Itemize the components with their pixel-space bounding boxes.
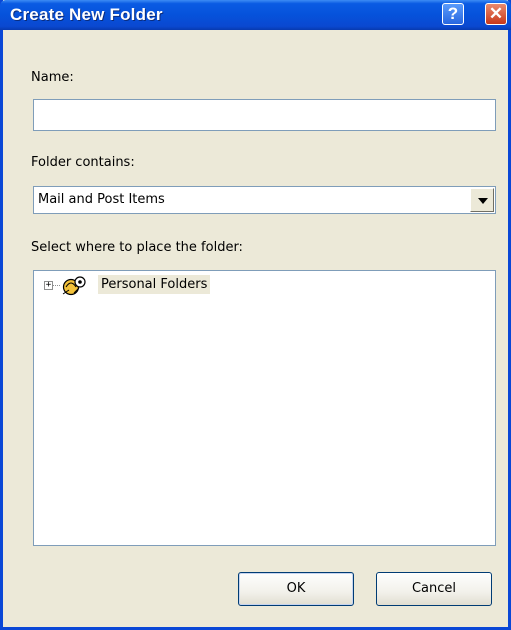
- folder-tree[interactable]: + Personal Folders: [33, 270, 496, 546]
- cancel-button[interactable]: Cancel: [376, 572, 492, 606]
- create-new-folder-dialog: Create New Folder ? ✕ Name: Folder conta…: [0, 0, 511, 630]
- title-bar[interactable]: Create New Folder ? ✕: [0, 0, 511, 30]
- name-label: Name:: [31, 70, 74, 85]
- folder-contains-value: Mail and Post Items: [38, 192, 165, 207]
- close-icon: ✕: [488, 4, 504, 23]
- ok-button[interactable]: OK: [238, 572, 354, 606]
- help-icon: ?: [447, 4, 459, 23]
- expand-icon[interactable]: +: [44, 281, 53, 290]
- tree-connector: [53, 285, 60, 286]
- location-label: Select where to place the folder:: [31, 240, 243, 255]
- help-button[interactable]: ?: [442, 3, 464, 25]
- close-button[interactable]: ✕: [485, 3, 507, 25]
- folder-contains-label: Folder contains:: [31, 155, 135, 170]
- tree-item-label: Personal Folders: [98, 275, 211, 294]
- name-input[interactable]: [33, 99, 496, 131]
- dropdown-button[interactable]: [470, 188, 494, 212]
- chevron-down-icon: [478, 198, 488, 204]
- dialog-title: Create New Folder: [10, 5, 163, 24]
- personal-folders-icon: [62, 276, 86, 296]
- folder-contains-select[interactable]: Mail and Post Items: [33, 186, 496, 214]
